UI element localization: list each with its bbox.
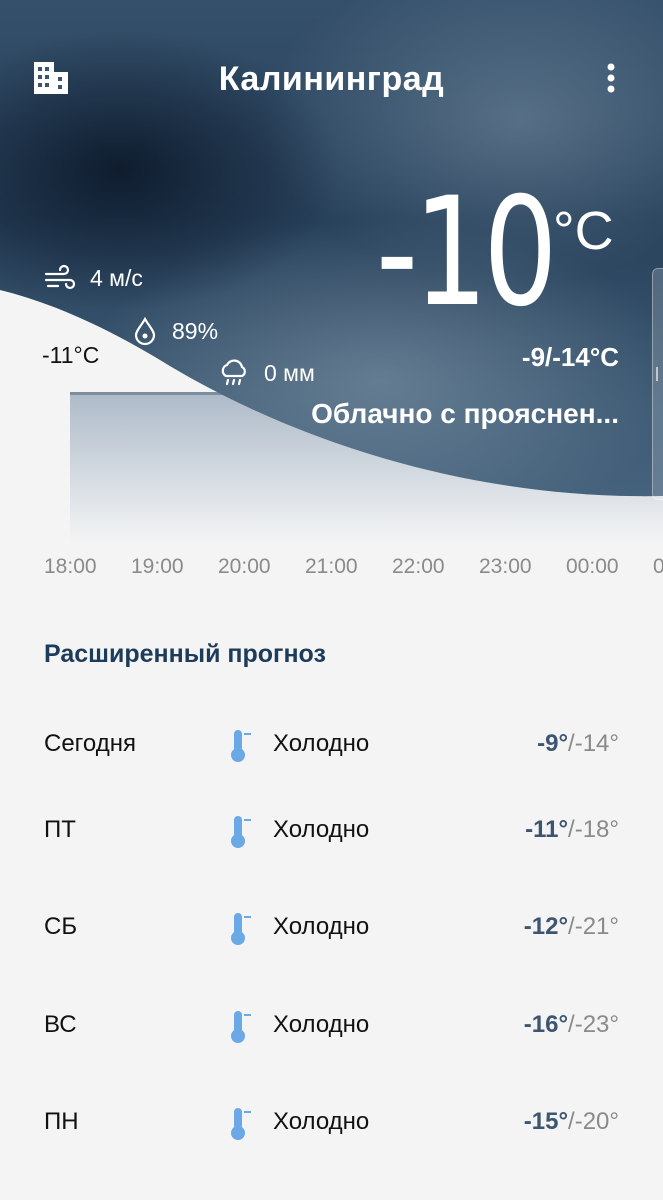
- more-vertical-icon[interactable]: [600, 62, 622, 96]
- wind-icon: [44, 264, 76, 290]
- hour-label: 0: [653, 555, 663, 578]
- extended-forecast-title: Расширенный прогноз: [44, 640, 326, 668]
- forecast-day: Сегодня: [44, 730, 136, 757]
- forecast-temperatures: -15°/-20°: [524, 1108, 619, 1136]
- forecast-description: Холодно: [273, 816, 370, 843]
- forecast-low: /-21°: [568, 913, 619, 940]
- forecast-temperatures: -16°/-23°: [524, 1011, 619, 1039]
- forecast-description: Холодно: [273, 913, 370, 940]
- forecast-low: /-14°: [568, 730, 619, 757]
- temperature-unit: °C: [553, 201, 614, 261]
- wind-value: 4 м/с: [90, 264, 143, 291]
- rain-cloud-icon: [221, 359, 246, 386]
- hour-label: 19:00: [131, 555, 184, 578]
- forecast-high: -11°: [525, 816, 569, 843]
- forecast-row[interactable]: ВС Холодно -16°/-23°: [0, 1011, 663, 1051]
- thermometer-icon: [228, 1106, 254, 1142]
- thermometer-icon: [228, 1009, 254, 1045]
- precipitation-stat: 0 мм: [218, 358, 315, 388]
- today-temperature-range: -9/-14°C: [521, 342, 619, 372]
- humidity-stat: 89%: [132, 316, 218, 346]
- weather-condition: Облачно с прояснен...: [311, 398, 619, 429]
- thermometer-icon: [228, 814, 254, 850]
- forecast-high: -15°: [523, 1108, 569, 1135]
- forecast-temperatures: -12°/-21°: [524, 913, 619, 941]
- wind-stat: 4 м/с: [44, 264, 143, 292]
- hour-label: 00:00: [566, 555, 619, 578]
- precipitation-value: 0 мм: [264, 359, 315, 386]
- humidity-value: 89%: [172, 317, 219, 344]
- forecast-day: ВС: [44, 1011, 77, 1038]
- forecast-temperatures: -9°/-14°: [537, 730, 619, 758]
- forecast-low: /-18°: [568, 816, 619, 843]
- droplet-icon: [134, 316, 156, 346]
- forecast-high: -16°: [523, 1011, 569, 1038]
- forecast-day: СБ: [44, 913, 78, 940]
- forecast-high: -12°: [523, 913, 569, 940]
- forecast-low: /-20°: [568, 1108, 619, 1135]
- thermometer-icon: [228, 728, 254, 764]
- forecast-day: ПТ: [44, 816, 76, 843]
- forecast-row[interactable]: СБ Холодно -12°/-21°: [0, 913, 663, 953]
- forecast-low: /-23°: [568, 1011, 619, 1038]
- forecast-row[interactable]: Сегодня Холодно -9°/-14°: [0, 730, 663, 770]
- hour-label: 21:00: [305, 555, 358, 578]
- hour-label: 18:00: [44, 555, 97, 578]
- forecast-day: ПН: [44, 1108, 79, 1135]
- hour-label: 23:00: [479, 555, 532, 578]
- hour-label: 22:00: [392, 555, 445, 578]
- forecast-row[interactable]: ПН Холодно -15°/-20°: [0, 1108, 663, 1148]
- forecast-high: -9°: [537, 730, 569, 757]
- current-temperature: -10: [375, 166, 558, 340]
- thermometer-icon: [228, 911, 254, 947]
- forecast-temperatures: -11°/-18°: [525, 816, 619, 844]
- city-title[interactable]: Калининград: [0, 60, 663, 99]
- side-handle[interactable]: [652, 268, 663, 500]
- hour-label: 20:00: [218, 555, 271, 578]
- forecast-row[interactable]: ПТ Холодно -11°/-18°: [0, 816, 663, 856]
- forecast-description: Холодно: [273, 730, 370, 757]
- chart-temperature-label: -11°C: [42, 342, 100, 368]
- forecast-description: Холодно: [273, 1108, 370, 1135]
- hourly-timeline[interactable]: 18:00 19:00 20:00 21:00 22:00 23:00 00:0…: [0, 555, 663, 585]
- forecast-description: Холодно: [273, 1011, 370, 1038]
